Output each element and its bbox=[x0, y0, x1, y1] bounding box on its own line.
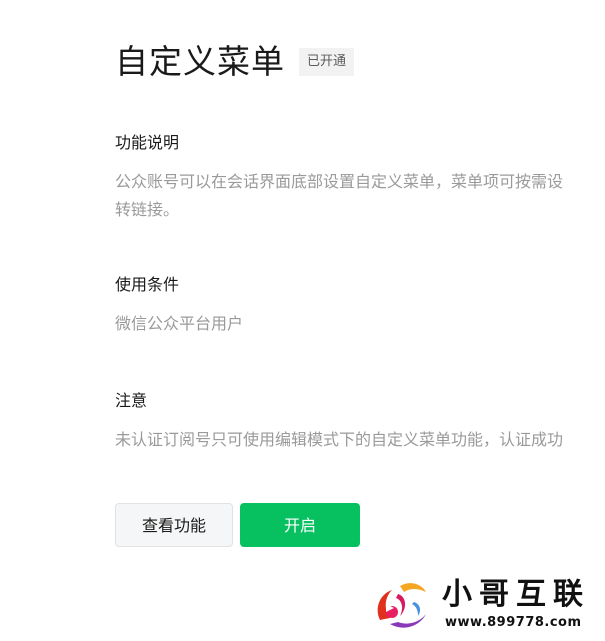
section-text: 公众账号可以在会话界面底部设置自定义菜单，菜单项可按需设 转链接。 bbox=[115, 168, 605, 224]
watermark-url: www.899778.com bbox=[445, 615, 582, 630]
action-buttons: 查看功能 开启 bbox=[115, 503, 360, 547]
watermark-name: 小哥互联 bbox=[442, 577, 590, 612]
section-text-line: 转链接。 bbox=[115, 200, 180, 219]
section-description: 功能说明 公众账号可以在会话界面底部设置自定义菜单，菜单项可按需设 转链接。 bbox=[115, 132, 605, 224]
enable-button[interactable]: 开启 bbox=[240, 503, 360, 547]
section-notice: 注意 未认证订阅号只可使用编辑模式下的自定义菜单功能，认证成功 bbox=[115, 390, 605, 454]
view-feature-button[interactable]: 查看功能 bbox=[115, 503, 233, 547]
watermark-logo-icon bbox=[377, 583, 426, 628]
status-badge: 已开通 bbox=[299, 48, 355, 76]
watermark: 小哥互联 www.899778.com bbox=[370, 572, 605, 641]
custom-menu-page: 自定义菜单 已开通 功能说明 公众账号可以在会话界面底部设置自定义菜单，菜单项可… bbox=[0, 0, 605, 641]
section-heading: 功能说明 bbox=[115, 133, 180, 152]
title-row: 自定义菜单 已开通 bbox=[115, 40, 605, 84]
section-heading: 注意 bbox=[115, 391, 148, 410]
section-text-line: 未认证订阅号只可使用编辑模式下的自定义菜单功能，认证成功 bbox=[115, 430, 564, 449]
section-heading: 使用条件 bbox=[115, 275, 180, 294]
section-text-line: 公众账号可以在会话界面底部设置自定义菜单，菜单项可按需设 bbox=[115, 172, 564, 191]
section-text: 微信公众平台用户 bbox=[115, 310, 605, 338]
section-conditions: 使用条件 微信公众平台用户 bbox=[115, 274, 605, 338]
page-title: 自定义菜单 bbox=[115, 42, 285, 81]
section-text-line: 微信公众平台用户 bbox=[115, 314, 244, 333]
main-content: 自定义菜单 已开通 功能说明 公众账号可以在会话界面底部设置自定义菜单，菜单项可… bbox=[115, 40, 605, 547]
section-text: 未认证订阅号只可使用编辑模式下的自定义菜单功能，认证成功 bbox=[115, 426, 605, 454]
